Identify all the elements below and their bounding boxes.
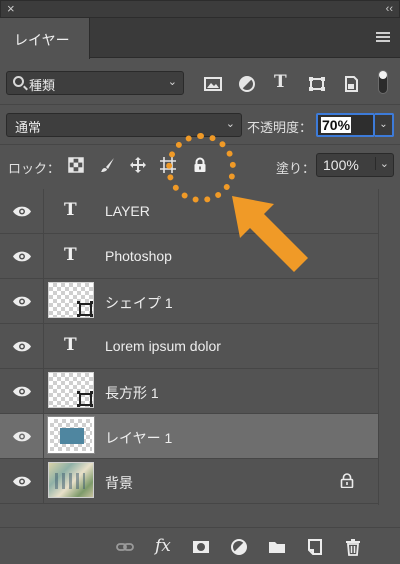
layers-scrollbar[interactable]	[378, 189, 400, 505]
trash-icon[interactable]	[344, 538, 362, 556]
opacity-value: 70%	[321, 117, 352, 133]
layer-row[interactable]: 背景	[0, 459, 378, 504]
arrow-pointer-icon	[232, 196, 308, 272]
smart-object-filter-icon[interactable]	[342, 76, 360, 92]
panel-title-bar: × ‹‹	[0, 0, 400, 18]
adjustment-layer-icon[interactable]	[230, 538, 248, 556]
visibility-toggle[interactable]	[0, 369, 44, 414]
layer-row[interactable]: T Photoshop	[0, 234, 378, 279]
layer-name[interactable]: Photoshop	[105, 248, 172, 264]
layer-name[interactable]: 長方形 1	[105, 383, 159, 403]
lock-image-pixels-icon[interactable]	[100, 157, 116, 173]
layer-row[interactable]: シェイプ 1	[0, 279, 378, 324]
layer-thumbnail[interactable]	[48, 462, 94, 498]
type-layer-icon: T	[64, 200, 77, 220]
visibility-toggle[interactable]	[0, 414, 44, 459]
layer-name[interactable]: 背景	[105, 473, 133, 493]
chevron-down-icon: ⌄	[167, 76, 177, 88]
lock-label: ロック：	[8, 161, 61, 176]
eye-icon	[13, 431, 31, 442]
layers-bottom-toolbar: fx	[0, 527, 400, 564]
close-panel-button[interactable]: ×	[7, 1, 15, 17]
new-layer-icon[interactable]	[306, 538, 324, 556]
fill-label: 塗り：	[276, 161, 316, 176]
layer-thumbnail[interactable]	[47, 416, 95, 454]
visibility-toggle[interactable]	[0, 279, 44, 324]
link-layers-icon[interactable]	[116, 538, 134, 556]
hamburger-icon[interactable]	[376, 32, 390, 43]
fill-input[interactable]: 100% ⌄	[316, 153, 394, 177]
visibility-toggle[interactable]	[0, 324, 44, 369]
shape-layer-icon	[77, 301, 92, 316]
thumbnail-content	[60, 428, 84, 444]
shape-filter-icon[interactable]	[308, 76, 326, 92]
visibility-toggle[interactable]	[0, 234, 44, 279]
chevron-down-icon: ⌄	[374, 157, 389, 170]
layers-list: T LAYER T Photoshop シェイプ 1 T Lorem ipsum…	[0, 189, 378, 505]
highlight-circle	[166, 133, 236, 203]
filter-toggle-switch[interactable]	[378, 70, 388, 94]
type-layer-icon: T	[64, 245, 77, 265]
panel-tab-bar: レイヤー	[0, 18, 400, 59]
tab-layers[interactable]: レイヤー	[0, 18, 90, 59]
eye-icon	[13, 251, 31, 262]
eye-icon	[13, 206, 31, 217]
layer-name[interactable]: LAYER	[105, 203, 150, 219]
collapse-panel-button[interactable]: ‹‹	[386, 1, 393, 17]
opacity-input[interactable]: 70%	[316, 113, 375, 137]
mask-icon[interactable]	[192, 538, 210, 556]
image-filter-icon[interactable]	[204, 76, 222, 92]
fill-value: 100%	[323, 157, 359, 173]
chevron-down-icon: ⌄	[225, 118, 235, 130]
search-icon	[13, 76, 24, 87]
opacity-label: 不透明度：	[247, 120, 313, 135]
layer-thumbnail[interactable]	[48, 372, 94, 408]
layer-row-selected[interactable]: レイヤー 1	[0, 414, 378, 459]
filter-kind-select[interactable]: 種類 ⌄	[6, 71, 184, 95]
visibility-toggle[interactable]	[0, 189, 44, 234]
layer-name[interactable]: Lorem ipsum dolor	[105, 338, 221, 354]
type-filter-icon[interactable]: T	[274, 72, 292, 92]
layer-row[interactable]: 長方形 1	[0, 369, 378, 414]
eye-icon	[13, 296, 31, 307]
filter-kind-label: 種類	[29, 78, 56, 93]
adjustment-filter-icon[interactable]	[238, 76, 256, 92]
layer-filter-row: 種類 ⌄ T	[0, 62, 400, 102]
layer-name[interactable]: シェイプ 1	[105, 293, 173, 313]
blend-mode-label: 通常	[15, 120, 42, 135]
layer-name[interactable]: レイヤー 1	[105, 428, 172, 448]
opacity-dropdown-button[interactable]: ⌄	[375, 113, 394, 137]
lock-position-icon[interactable]	[130, 157, 146, 173]
lock-icon[interactable]	[340, 473, 354, 488]
layer-thumbnail[interactable]	[48, 282, 94, 318]
group-folder-icon[interactable]	[268, 538, 286, 556]
tab-layers-label: レイヤー	[14, 32, 70, 48]
fx-icon[interactable]: fx	[155, 536, 173, 556]
eye-icon	[13, 341, 31, 352]
shape-layer-icon	[77, 391, 92, 406]
lock-transparent-pixels-icon[interactable]	[68, 157, 84, 173]
layer-row[interactable]: T Lorem ipsum dolor	[0, 324, 378, 369]
eye-icon	[13, 386, 31, 397]
type-layer-icon: T	[64, 335, 77, 355]
eye-icon	[13, 476, 31, 487]
visibility-toggle[interactable]	[0, 459, 44, 504]
